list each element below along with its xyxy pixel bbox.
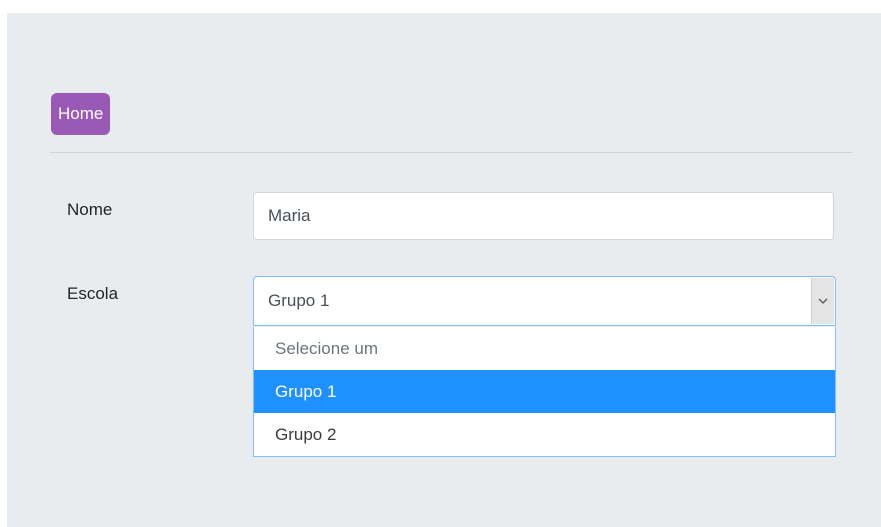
escola-label: Escola: [67, 284, 119, 303]
nome-label: Nome: [67, 200, 113, 219]
escola-dropdown-list: Selecione um Grupo 1 Grupo 2: [253, 327, 836, 457]
escola-select-value: Grupo 1: [268, 291, 330, 310]
chevron-down-icon-svg: [818, 298, 828, 304]
form-panel: Home Nome Maria Escola Grupo 1 Selecione…: [7, 13, 881, 527]
divider: [50, 152, 852, 153]
escola-select[interactable]: Grupo 1: [253, 276, 836, 326]
option-grupo-2[interactable]: Grupo 2: [254, 413, 835, 456]
home-button[interactable]: Home: [51, 93, 111, 135]
option-selecione-um[interactable]: Selecione um: [254, 327, 835, 370]
option-grupo-1[interactable]: Grupo 1: [254, 370, 835, 413]
chevron-down-icon[interactable]: [811, 278, 834, 324]
nome-input[interactable]: Maria: [253, 192, 834, 240]
